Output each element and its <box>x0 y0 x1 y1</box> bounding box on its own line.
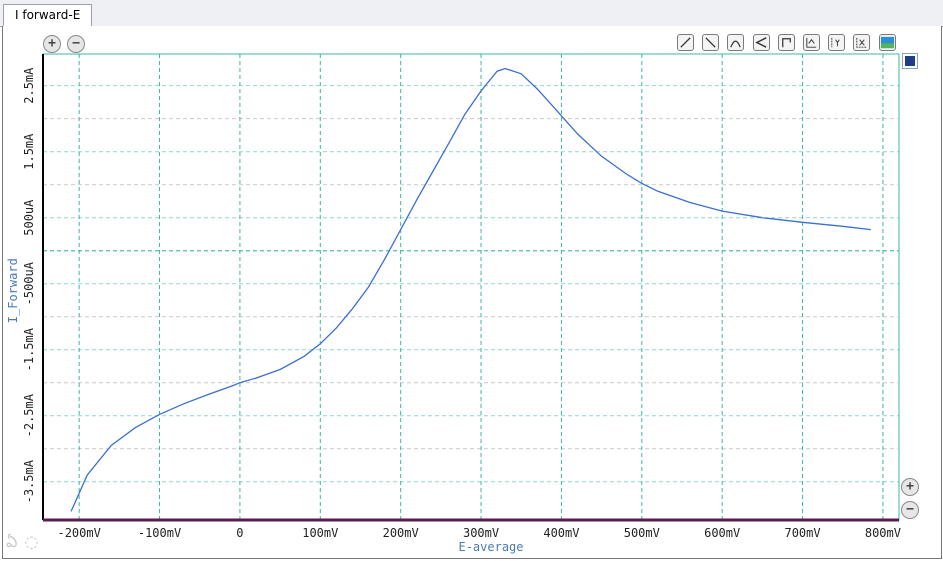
x-tick-label: -200mV <box>57 526 100 540</box>
x-tick-label: 200mV <box>383 526 419 540</box>
watermark-logo: ఏ ◌ <box>6 532 40 551</box>
y-zoom-out-icon[interactable]: − <box>901 501 919 519</box>
xy-zoom-icon[interactable] <box>803 34 820 51</box>
x-tick-label: 100mV <box>302 526 338 540</box>
bracket-icon[interactable] <box>752 34 770 51</box>
x-zoom-icon[interactable] <box>853 34 871 51</box>
zoom-out-icon[interactable]: − <box>67 35 85 53</box>
step-icon[interactable] <box>777 34 795 51</box>
y-tick-label: -3.5mA <box>22 459 36 503</box>
y-tick-label: -1.5mA <box>22 327 36 371</box>
x-tick-label: 500mV <box>624 526 660 540</box>
zoom-in-icon[interactable]: + <box>43 35 61 53</box>
plot-area <box>42 53 900 521</box>
y-tick-label: 1.5mA <box>22 133 36 170</box>
x-tick-label: 800mV <box>865 526 901 540</box>
line-up-icon[interactable] <box>677 34 694 51</box>
chart-svg: -200mV -100mV 0 100mV 200mV 300mV 400mV 500mV 60… <box>6 53 901 554</box>
line-down-icon[interactable] <box>702 34 720 51</box>
x-tick-label: 0 <box>236 526 243 540</box>
x-tick-label: 300mV <box>463 526 499 540</box>
y-tick-label: 500uA <box>22 199 36 236</box>
y-tick-label: 2.5mA <box>22 67 36 104</box>
image-icon[interactable] <box>878 34 896 51</box>
x-tick-label: 700mV <box>784 526 820 540</box>
x-tick-label: 400mV <box>543 526 579 540</box>
y-zoom-icon[interactable] <box>828 34 846 51</box>
x-axis-label: E-average <box>458 540 523 554</box>
x-tick-label: -100mV <box>138 526 181 540</box>
y-tick-label: -500uA <box>22 261 36 305</box>
y-tick-label: -2.5mA <box>22 393 36 437</box>
y-zoom-in-icon[interactable]: + <box>901 478 919 496</box>
legend-swatch[interactable] <box>902 53 918 69</box>
x-tick-label: 600mV <box>704 526 740 540</box>
peak-icon[interactable] <box>727 34 745 51</box>
y-axis-label: I_Forward <box>6 258 20 323</box>
